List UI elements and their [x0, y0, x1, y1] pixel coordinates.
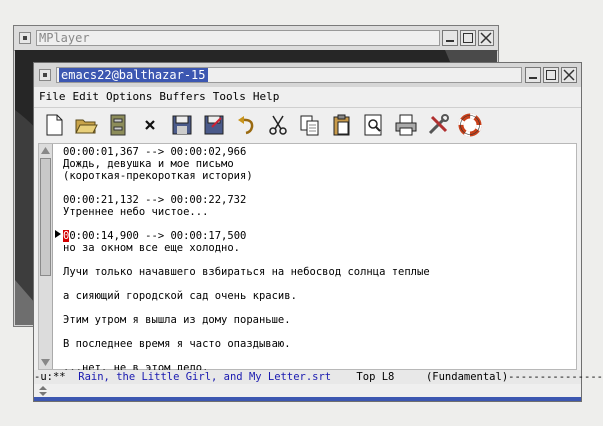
close-button[interactable] — [478, 30, 494, 46]
text-line: Этим утром я вышла из дому пораньше. — [63, 314, 291, 326]
new-file-icon[interactable] — [42, 113, 66, 137]
text-line: а сияющий городской сад очень красив. — [63, 290, 297, 302]
maximize-button[interactable] — [543, 67, 559, 83]
menu-edit[interactable]: Edit — [69, 87, 103, 107]
paste-icon[interactable] — [330, 113, 354, 137]
text-line: (короткая-прекороткая история) — [63, 170, 253, 182]
copy-icon[interactable] — [298, 113, 322, 137]
text-line: В последнее время я часто опаздываю. — [63, 338, 291, 350]
cursor-line-rest: 0:00:14,900 --> 00:00:17,500 — [69, 230, 247, 242]
modeline-position: Top L8 (Fundamental)----------------- — [331, 371, 603, 383]
window-title-field: MPlayer — [36, 30, 440, 46]
menu-bar: File Edit Options Buffers Tools Help — [34, 87, 581, 108]
window-title-field: emacs22@balthazar-15 — [56, 67, 522, 83]
menu-help[interactable]: Help — [249, 87, 283, 107]
text-line — [63, 302, 574, 314]
menu-tools[interactable]: Tools — [209, 87, 249, 107]
window-title: MPlayer — [39, 31, 90, 45]
menu-buffers[interactable]: Buffers — [155, 87, 208, 107]
text-line — [63, 218, 574, 230]
text-line: 00:00:21,132 --> 00:00:22,732 — [63, 194, 247, 206]
text-line — [63, 254, 574, 266]
save-as-icon[interactable] — [202, 113, 226, 137]
preferences-icon[interactable] — [426, 113, 450, 137]
text-line: Утреннее небо чистое... — [63, 206, 209, 218]
emacs-window[interactable]: emacs22@balthazar-15 File Edit Options Buff… — [33, 62, 603, 402]
modeline-status: -u:** — [34, 371, 79, 383]
minibuffer[interactable] — [34, 384, 581, 401]
mplayer-titlebar[interactable]: MPlayer — [14, 26, 498, 51]
text-line: Дождь, девушка и мое письмо — [63, 158, 234, 170]
toolbar — [34, 108, 581, 142]
text-line: но за окном все еще холодно. — [63, 242, 241, 254]
undo-icon[interactable] — [234, 113, 258, 137]
buffer-text[interactable]: 00:00:01,367 --> 00:00:02,966 Дождь, деву… — [63, 146, 574, 374]
left-fringe — [54, 144, 62, 369]
window-bottom-border — [34, 397, 581, 401]
text-line: 00:00:01,367 --> 00:00:02,966 — [63, 146, 247, 158]
text-line: Лучи только начавшего взбираться на небо… — [63, 266, 430, 278]
save-icon[interactable] — [170, 113, 194, 137]
scroll-down-arrow[interactable] — [40, 357, 51, 368]
minimize-button[interactable] — [442, 30, 458, 46]
cut-icon[interactable] — [266, 113, 290, 137]
menu-file[interactable]: File — [34, 87, 69, 107]
text-line — [63, 278, 574, 290]
open-directory-icon[interactable] — [106, 113, 130, 137]
emacs-titlebar[interactable]: emacs22@balthazar-15 — [34, 63, 581, 88]
open-folder-icon[interactable] — [74, 113, 98, 137]
close-icon — [563, 69, 575, 81]
text-buffer[interactable]: 00:00:01,367 --> 00:00:02,966 Дождь, деву… — [38, 143, 577, 374]
text-line — [63, 350, 574, 362]
close-icon — [480, 32, 492, 44]
modeline-buffer-name[interactable]: Rain, the Little Girl, and My Letter.srt — [78, 371, 331, 383]
text-line — [63, 182, 574, 194]
text-line-cursor: 00:00:14,900 --> 00:00:17,500 — [63, 230, 574, 242]
search-icon[interactable] — [362, 113, 386, 137]
window-title: emacs22@balthazar-15 — [59, 68, 208, 82]
menu-options[interactable]: Options — [102, 87, 155, 107]
window-menu-button[interactable] — [19, 32, 31, 44]
minimize-button[interactable] — [525, 67, 541, 83]
close-buffer-icon[interactable] — [138, 113, 162, 137]
window-menu-button[interactable] — [39, 69, 51, 81]
resize-arrows-icon — [39, 386, 47, 396]
mode-line[interactable]: -u:** Rain, the Little Girl, and My Lett… — [34, 370, 603, 384]
print-icon[interactable] — [394, 113, 418, 137]
scrollbar-thumb[interactable] — [40, 158, 51, 276]
close-button[interactable] — [561, 67, 577, 83]
scroll-up-arrow[interactable] — [40, 145, 51, 156]
cursor-line-indicator-icon — [55, 230, 61, 238]
help-icon[interactable] — [458, 113, 482, 137]
maximize-button[interactable] — [460, 30, 476, 46]
vertical-scrollbar[interactable] — [39, 144, 53, 369]
text-line — [63, 326, 574, 338]
